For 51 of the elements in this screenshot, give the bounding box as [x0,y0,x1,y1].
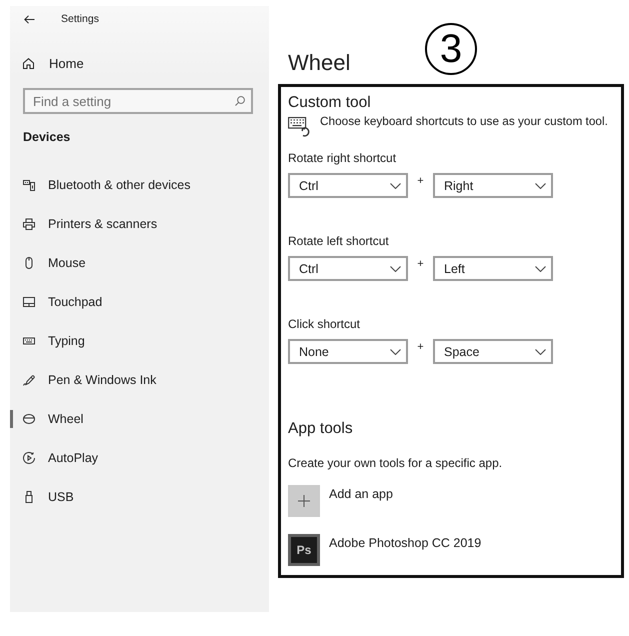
add-app-button[interactable]: Add an app [288,485,393,517]
home-icon [23,58,34,68]
sidebar-item[interactable]: Bluetooth & other devices [10,165,269,204]
touchpad-icon [23,296,35,308]
chevron-down-icon [535,266,546,272]
sidebar-item[interactable]: Pen & Windows Ink [10,360,269,399]
home-link[interactable]: Home [23,53,84,73]
sidebar-item[interactable]: Mouse [10,243,269,282]
shortcut-label: Click shortcut [288,316,360,332]
devices-icon [23,178,35,190]
window-title: Settings [61,13,99,25]
chevron-down-icon [390,348,401,354]
modifier-dropdown[interactable]: None [288,339,408,364]
search-icon[interactable] [235,96,245,106]
shortcut-label: Rotate left shortcut [288,233,389,249]
sidebar-item[interactable]: AutoPlay [10,438,269,477]
plus-sign: + [416,257,425,271]
key-dropdown[interactable]: Space [433,339,553,364]
sidebar-item[interactable]: Touchpad [10,282,269,321]
plus-sign: + [416,340,425,354]
key-dropdown[interactable]: Right [433,173,553,198]
chevron-down-icon [535,348,546,354]
sidebar-item[interactable]: USB [10,477,269,516]
modifier-dropdown[interactable]: Ctrl [288,173,408,198]
chevron-down-icon [535,182,546,188]
modifier-dropdown[interactable]: Ctrl [288,256,408,281]
section-heading: Devices [23,129,70,146]
shortcut-label: Rotate right shortcut [288,150,396,166]
keyboard-icon [23,334,35,346]
printer-icon [23,218,35,230]
sidebar-item[interactable]: Typing [10,321,269,360]
description-text: Create your own tools for a specific app. [288,455,502,471]
usb-drive-icon [23,490,35,502]
chevron-down-icon [390,182,401,188]
back-arrow-icon[interactable] [24,14,35,24]
app-logo: Ps [288,534,320,566]
plus-icon [288,485,320,517]
search-field[interactable]: Find a setting [23,88,253,114]
key-dropdown[interactable]: Left [433,256,553,281]
section-title: Custom tool [288,93,371,113]
description-text: Choose keyboard shortcuts to use as your custom tool. [320,113,608,129]
step-number-marker: 3 [425,23,477,75]
chevron-down-icon [390,266,401,272]
mouse-icon [23,256,35,268]
plus-sign: + [416,174,425,188]
pen-icon [23,374,35,386]
sidebar-item[interactable]: Printers & scanners [10,204,269,243]
app-list-item[interactable]: Ps Adobe Photoshop CC 2019 [288,534,482,566]
section-title: App tools [288,419,353,439]
keyboard-icon [288,117,312,137]
page-title: Wheel [288,50,350,76]
